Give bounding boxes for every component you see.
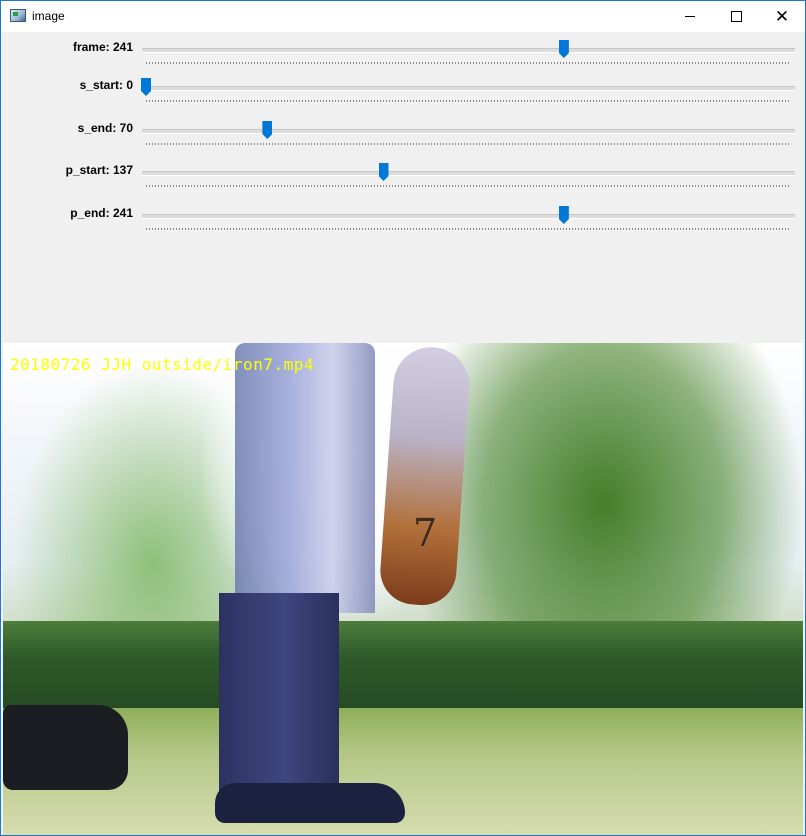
head-cover-number: 7 bbox=[413, 511, 438, 555]
trackbar-frame: frame: 241 bbox=[3, 37, 803, 77]
trackbar-rail-p-end[interactable] bbox=[142, 214, 795, 219]
person-shoes bbox=[215, 783, 405, 823]
trackbar-rail-p-start[interactable] bbox=[142, 171, 795, 176]
trackbar-ticks-frame bbox=[146, 62, 791, 64]
trackbar-thumb-p-end[interactable] bbox=[558, 206, 569, 224]
maximize-button[interactable] bbox=[713, 1, 759, 32]
video-overlay-text: 20180726 JJH outside/iron7.mp4 bbox=[10, 355, 314, 374]
title-bar[interactable]: image ✕ bbox=[1, 1, 805, 32]
trackbar-rail-frame[interactable] bbox=[142, 48, 795, 53]
trackbar-ticks-s-end bbox=[146, 143, 791, 145]
trackbar-thumb-frame[interactable] bbox=[558, 40, 569, 58]
golf-bag bbox=[3, 705, 128, 790]
trackbar-p-end: p_end: 241 bbox=[3, 203, 803, 243]
trackbar-rail-s-start[interactable] bbox=[142, 86, 795, 91]
person bbox=[215, 343, 405, 835]
trackbar-ticks-s-start bbox=[146, 100, 791, 102]
minimize-icon bbox=[685, 16, 695, 17]
trackbar-ticks-p-start bbox=[146, 185, 791, 187]
trackbar-label-p-start: p_start: 137 bbox=[65, 163, 133, 177]
trackbar-label-frame: frame: 241 bbox=[72, 40, 133, 54]
person-legs bbox=[219, 593, 339, 813]
trackbar-panel: frame: 241 s_start: 0 s_end: 70 p_start:… bbox=[3, 33, 803, 342]
close-button[interactable]: ✕ bbox=[759, 1, 805, 32]
trackbar-thumb-s-start[interactable] bbox=[141, 78, 151, 96]
trackbar-rail-s-end[interactable] bbox=[142, 129, 795, 134]
minimize-button[interactable] bbox=[667, 1, 713, 32]
trackbar-s-end: s_end: 70 bbox=[3, 118, 803, 158]
trackbar-p-start: p_start: 137 bbox=[3, 160, 803, 200]
person-torso bbox=[235, 343, 375, 613]
trackbar-label-s-end: s_end: 70 bbox=[77, 121, 133, 135]
trackbar-s-start: s_start: 0 bbox=[3, 75, 803, 115]
app-image-icon bbox=[10, 9, 26, 22]
trackbar-ticks-p-end bbox=[146, 228, 791, 230]
opencv-window: image ✕ frame: 241 s_start: 0 s_end: 70 bbox=[0, 0, 806, 836]
maximize-icon bbox=[730, 11, 742, 22]
trackbar-label-s-start: s_start: 0 bbox=[79, 78, 133, 92]
trackbar-label-p-end: p_end: 241 bbox=[70, 206, 133, 220]
hedge bbox=[3, 621, 803, 711]
video-frame: 7 20180726 JJH outside/iron7.mp4 bbox=[3, 343, 803, 835]
close-icon: ✕ bbox=[774, 7, 790, 26]
trackbar-thumb-p-start[interactable] bbox=[378, 163, 389, 181]
trackbar-thumb-s-end[interactable] bbox=[262, 121, 273, 139]
window-title: image bbox=[32, 9, 65, 23]
